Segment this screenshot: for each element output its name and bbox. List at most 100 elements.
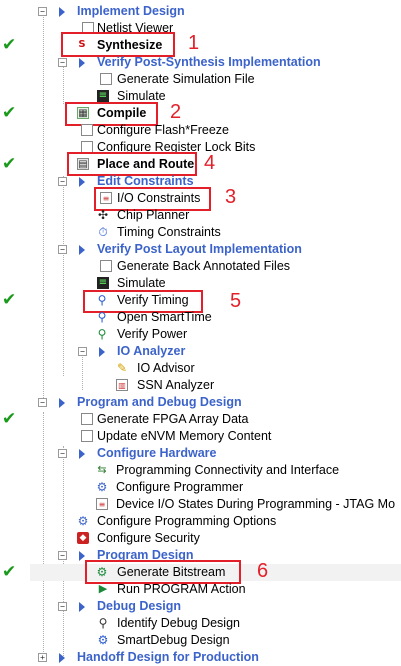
tree-item-verify-post-layout[interactable]: − Verify Post Layout Implementation: [0, 241, 401, 258]
tree-item-smartdebug-design[interactable]: ⚙ SmartDebug Design: [0, 632, 401, 649]
shield-icon: ◆: [77, 532, 89, 544]
tree-item-generate-back-annotated[interactable]: Generate Back Annotated Files: [0, 258, 401, 275]
checkmark-icon: ✔: [2, 35, 17, 55]
tree-item-handoff-design[interactable]: + Handoff Design for Production: [0, 649, 401, 666]
tree-item-verify-power[interactable]: ⚲ Verify Power: [0, 326, 401, 343]
tree-item-label: Configure Programming Options: [97, 514, 277, 528]
tree-item-label: Simulate: [117, 276, 166, 290]
smartdebug-icon: ⚙: [97, 633, 109, 647]
tree-item-implement-design[interactable]: − Implement Design: [0, 3, 401, 20]
tree-item-label: Chip Planner: [117, 208, 190, 222]
file-icon: [81, 413, 93, 425]
expand-triangle-icon: [79, 177, 85, 187]
tree-item-debug-design[interactable]: − Debug Design: [0, 598, 401, 615]
expand-triangle-icon: [79, 245, 85, 255]
io-states-icon: ≡: [96, 498, 108, 510]
collapse-toggle[interactable]: −: [38, 7, 47, 16]
run-action-icon: ▶: [98, 582, 108, 595]
file-icon: [100, 260, 112, 272]
collapse-toggle[interactable]: −: [58, 602, 67, 611]
checkmark-icon: ✔: [2, 154, 17, 174]
tree-item-configure-programmer[interactable]: ⚙ Configure Programmer: [0, 479, 401, 496]
annotation-number: 2: [170, 101, 182, 123]
annotation-number: 4: [204, 152, 216, 174]
tree-item-label: Program and Debug Design: [77, 395, 242, 409]
tree-item-label: Timing Constraints: [117, 225, 221, 239]
pencil-icon: ✎: [116, 361, 128, 375]
tree-item-generate-fpga-array-data[interactable]: ✔ Generate FPGA Array Data: [0, 411, 401, 428]
tree-item-programming-connectivity[interactable]: ⇆ Programming Connectivity and Interface: [0, 462, 401, 479]
tree-item-configure-flash-freeze[interactable]: Configure Flash*Freeze: [0, 122, 401, 139]
tree-item-label: Generate FPGA Array Data: [97, 412, 249, 426]
tree-item-label: Update eNVM Memory Content: [97, 429, 272, 443]
tree-item-compile[interactable]: ✔ ▦ Compile: [0, 105, 401, 122]
checkmark-icon: ✔: [2, 103, 17, 123]
tree-item-ssn-analyzer[interactable]: ▥ SSN Analyzer: [0, 377, 401, 394]
tree-item-generate-simulation-file[interactable]: Generate Simulation File: [0, 71, 401, 88]
tree-item-io-advisor[interactable]: ✎ IO Advisor: [0, 360, 401, 377]
checkmark-icon: ✔: [2, 562, 17, 582]
collapse-toggle[interactable]: −: [58, 177, 67, 186]
tree-item-label: SmartDebug Design: [117, 633, 230, 647]
file-icon: [100, 73, 112, 85]
gear-icon: ⚙: [96, 480, 108, 494]
tree-item-chip-planner[interactable]: ✣ Chip Planner: [0, 207, 401, 224]
tree-item-label: Configure Flash*Freeze: [97, 123, 230, 137]
tree-item-label: Configure Security: [97, 531, 200, 545]
tree-item-configure-hardware[interactable]: − Configure Hardware: [0, 445, 401, 462]
file-icon: [81, 430, 93, 442]
annotation-number: 3: [225, 186, 237, 208]
expand-triangle-icon: [99, 347, 105, 357]
checkmark-icon: ✔: [2, 290, 17, 310]
tree-item-label: Implement Design: [77, 4, 185, 18]
tree-item-update-envm[interactable]: Update eNVM Memory Content: [0, 428, 401, 445]
tree-item-label: Device I/O States During Programming - J…: [116, 497, 396, 511]
collapse-toggle[interactable]: −: [38, 398, 47, 407]
tree-item-configure-security[interactable]: ◆ Configure Security: [0, 530, 401, 547]
tree-item-configure-programming-options[interactable]: ⚙ Configure Programming Options: [0, 513, 401, 530]
tree-item-place-and-route[interactable]: ✔ ▤ Place and Route: [0, 156, 401, 173]
tree-item-timing-constraints[interactable]: ⏱ Timing Constraints: [0, 224, 401, 241]
expand-triangle-icon: [59, 7, 65, 17]
tree-item-identify-debug-design[interactable]: ⚲ Identify Debug Design: [0, 615, 401, 632]
tree-item-configure-register-lock-bits[interactable]: Configure Register Lock Bits: [0, 139, 401, 156]
tree-item-label: Configure Hardware: [97, 446, 217, 460]
collapse-toggle[interactable]: −: [58, 58, 67, 67]
tree-item-io-analyzer[interactable]: − IO Analyzer: [0, 343, 401, 360]
tree-item-label: Run PROGRAM Action: [117, 582, 246, 596]
tree-item-open-smarttime[interactable]: ⚲ Open SmartTime: [0, 309, 401, 326]
collapse-toggle[interactable]: −: [58, 551, 67, 560]
annotation-number: 5: [230, 290, 242, 312]
tree-item-label: Verify Post-Synthesis Implementation: [97, 55, 321, 69]
tree-item-label: Debug Design: [97, 599, 182, 613]
tree-item-device-io-states[interactable]: ≡ Device I/O States During Programming -…: [0, 496, 401, 513]
tree-item-program-and-debug[interactable]: − Program and Debug Design: [0, 394, 401, 411]
expand-triangle-icon: [79, 449, 85, 459]
tree-item-label: Generate Simulation File: [117, 72, 255, 86]
stopwatch-icon: ⏱: [98, 225, 108, 239]
tree-item-label: Handoff Design for Production: [77, 650, 259, 664]
simulator-icon: ≡: [97, 277, 109, 289]
power-magnifier-icon: ⚲: [97, 327, 107, 341]
collapse-toggle[interactable]: −: [78, 347, 87, 356]
simulator-icon: ≡: [97, 90, 109, 102]
tree-item-label: Identify Debug Design: [117, 616, 240, 630]
tree-item-run-program-action[interactable]: ▶ Run PROGRAM Action: [0, 581, 401, 598]
tree-item-verify-post-synthesis[interactable]: − Verify Post-Synthesis Implementation: [0, 54, 401, 71]
magnifier-icon: ⚲: [97, 310, 107, 324]
file-icon: [81, 124, 93, 136]
tree-item-label: Verify Power: [117, 327, 188, 341]
tree-item-label: Verify Post Layout Implementation: [97, 242, 302, 256]
tree-item-label: SSN Analyzer: [137, 378, 215, 392]
annotation-number: 6: [257, 560, 269, 582]
expand-triangle-icon: [59, 398, 65, 408]
expand-toggle[interactable]: +: [38, 653, 47, 662]
tree-item-simulate[interactable]: ≡ Simulate: [0, 88, 401, 105]
tree-item-label: Open SmartTime: [117, 310, 212, 324]
collapse-toggle[interactable]: −: [58, 449, 67, 458]
collapse-toggle[interactable]: −: [58, 245, 67, 254]
chip-planner-icon: ✣: [97, 208, 109, 222]
tree-item-label: IO Analyzer: [117, 344, 186, 358]
expand-triangle-icon: [79, 58, 85, 68]
tree-item-label: Configure Programmer: [116, 480, 244, 494]
